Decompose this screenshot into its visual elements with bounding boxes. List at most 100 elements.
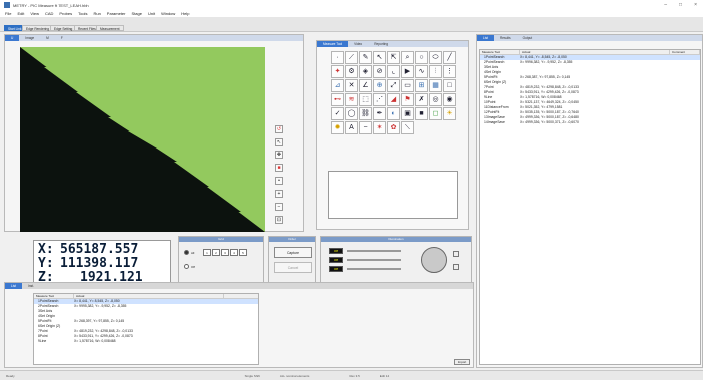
image-tab-u[interactable]: U bbox=[5, 35, 20, 41]
list-item[interactable]: 14ImageSave X= 4999,336, Y= 5000,371, Z= … bbox=[480, 120, 700, 125]
back-light-indicator[interactable]: Off bbox=[329, 266, 343, 272]
donut-icon[interactable]: ◉ bbox=[443, 93, 456, 106]
palette-tab-video[interactable]: Video bbox=[348, 41, 368, 47]
measure-result-list[interactable]: Measure Tool Actual Comment 1PointSearch… bbox=[479, 49, 701, 365]
gear-icon[interactable]: ⚙ bbox=[345, 65, 358, 78]
right-tab-results[interactable]: Results bbox=[494, 35, 517, 41]
capture-button[interactable]: Capture bbox=[274, 247, 312, 258]
ring2-icon[interactable]: ◯ bbox=[345, 107, 358, 120]
menu-window[interactable]: Window bbox=[161, 11, 175, 16]
camera-icon[interactable]: ◐ bbox=[387, 107, 400, 120]
dots-icon[interactable]: ⋮ bbox=[443, 65, 456, 78]
light-sector-dial[interactable] bbox=[421, 247, 447, 273]
boundary-icon[interactable]: ◻ bbox=[429, 107, 442, 120]
zigzag-icon[interactable]: ⋰ bbox=[373, 93, 386, 106]
tilt-icon[interactable]: ◈ bbox=[359, 65, 372, 78]
menu-edit[interactable]: Edit bbox=[17, 11, 24, 16]
link-icon[interactable]: ⛓ bbox=[359, 107, 372, 120]
sun-icon[interactable]: ☀ bbox=[443, 107, 456, 120]
grid-cell-5[interactable]: 5 bbox=[239, 249, 247, 256]
record-tool-icon[interactable]: ■ bbox=[275, 164, 283, 172]
doc-tab-edge-setting[interactable]: Edge Setting bbox=[50, 25, 77, 31]
line-icon[interactable]: ⟋ bbox=[345, 51, 358, 64]
fill-icon[interactable]: ■ bbox=[415, 107, 428, 120]
ring-light-slider[interactable] bbox=[347, 250, 401, 252]
ring-light-indicator[interactable]: Off bbox=[329, 248, 343, 254]
import-button[interactable]: Import bbox=[454, 359, 470, 365]
pen-icon[interactable]: ✒ bbox=[373, 107, 386, 120]
wave-icon[interactable]: ≋ bbox=[345, 93, 358, 106]
point-tool-icon[interactable]: • bbox=[275, 177, 283, 185]
curve-icon[interactable]: ∿ bbox=[415, 65, 428, 78]
select-icon[interactable]: ⇱ bbox=[387, 51, 400, 64]
grid-cell-2[interactable]: 2 bbox=[212, 249, 220, 256]
coax-light-indicator[interactable]: Off bbox=[329, 257, 343, 263]
pencil-icon[interactable]: ✎ bbox=[359, 51, 372, 64]
corner-icon[interactable]: ⌞ bbox=[387, 65, 400, 78]
menu-view[interactable]: View bbox=[30, 11, 39, 16]
square-icon[interactable]: □ bbox=[443, 79, 456, 92]
flag-icon[interactable]: ⚑ bbox=[401, 93, 414, 106]
point-icon[interactable]: · bbox=[331, 51, 344, 64]
menu-unit[interactable]: Unit bbox=[148, 11, 155, 16]
ruler-icon[interactable]: ⊷ bbox=[331, 93, 344, 106]
distance-icon[interactable]: ⊿ bbox=[331, 79, 344, 92]
angle-icon[interactable]: ∠ bbox=[359, 79, 372, 92]
menu-help[interactable]: Help bbox=[181, 11, 189, 16]
light-grid2-icon[interactable] bbox=[453, 264, 459, 270]
palette-tab-measure[interactable]: Measure Tool bbox=[317, 41, 349, 47]
right-tab-output[interactable]: Output bbox=[517, 35, 539, 41]
camera-image-view[interactable] bbox=[20, 47, 265, 232]
menu-probes[interactable]: Probes bbox=[59, 11, 72, 16]
grid-square-icon[interactable]: ▣ bbox=[401, 107, 414, 120]
pointer-tool-icon[interactable]: ↖ bbox=[275, 138, 283, 146]
rotate-tool-icon[interactable]: ↺ bbox=[275, 125, 283, 133]
x-mark-icon[interactable]: ✗ bbox=[415, 93, 428, 106]
grid-off-radio[interactable] bbox=[184, 264, 189, 269]
star-icon[interactable]: ✶ bbox=[373, 121, 386, 134]
grid-cell-3[interactable]: 3 bbox=[221, 249, 229, 256]
right-tab-list[interactable]: List bbox=[477, 35, 494, 41]
zoom-in-icon[interactable]: + bbox=[275, 190, 283, 198]
menu-stage[interactable]: Stage bbox=[131, 11, 141, 16]
target-icon[interactable]: ⊕ bbox=[373, 79, 386, 92]
image-tab-f[interactable]: F bbox=[55, 35, 69, 41]
image-tab-m[interactable]: M bbox=[40, 35, 55, 41]
close-button[interactable]: × bbox=[694, 2, 697, 8]
minimize-button[interactable]: – bbox=[664, 2, 667, 8]
cancel-button[interactable]: Cancel bbox=[274, 262, 312, 273]
draw-line-icon[interactable]: ⟍ bbox=[401, 121, 414, 134]
list-item[interactable]: 9Line X= 1,578716, W= 0,008468 bbox=[34, 339, 258, 344]
grid-icon[interactable]: ▦ bbox=[429, 79, 442, 92]
minus-icon[interactable]: − bbox=[359, 121, 372, 134]
bulb-icon[interactable]: ✹ bbox=[331, 121, 344, 134]
slash-icon[interactable]: ⊘ bbox=[373, 65, 386, 78]
bottom-measure-list[interactable]: Measure Tool Actual 1PointSearch X= 8,441… bbox=[33, 293, 259, 365]
tool-property-box[interactable] bbox=[328, 171, 458, 219]
circle-icon[interactable]: ○ bbox=[415, 51, 428, 64]
light-grid-icon[interactable] bbox=[453, 251, 459, 257]
bottom-tab-list[interactable]: List bbox=[5, 283, 22, 289]
cursor-icon[interactable]: ▶ bbox=[401, 65, 414, 78]
check-icon[interactable]: ✓ bbox=[331, 107, 344, 120]
ring-icon[interactable]: ◎ bbox=[429, 93, 442, 106]
diagonal-line-icon[interactable]: ╱ bbox=[443, 51, 456, 64]
edge-icon[interactable]: ◢ bbox=[387, 93, 400, 106]
coax-light-slider[interactable] bbox=[347, 259, 401, 261]
arrow-icon[interactable]: ↖ bbox=[373, 51, 386, 64]
bottom-tab-inst[interactable]: Inst. bbox=[22, 283, 40, 289]
probe-icon[interactable]: ⌕ bbox=[401, 51, 414, 64]
grid-cell-4[interactable]: 4 bbox=[230, 249, 238, 256]
menu-run[interactable]: Run bbox=[93, 11, 100, 16]
pan-tool-icon[interactable]: ✥ bbox=[275, 151, 283, 159]
vertical-icon[interactable]: ⫶ bbox=[429, 65, 442, 78]
menu-tools[interactable]: Tools bbox=[78, 11, 87, 16]
restore-button[interactable]: □ bbox=[679, 2, 682, 8]
expand-icon[interactable]: ⤢ bbox=[387, 79, 400, 92]
menu-parameter[interactable]: Parameter bbox=[107, 11, 126, 16]
grid-cell-1[interactable]: 1 bbox=[203, 249, 211, 256]
doc-tab-measurement[interactable]: Measurement bbox=[96, 25, 124, 31]
menu-file[interactable]: File bbox=[5, 11, 11, 16]
text-icon[interactable]: A bbox=[345, 121, 358, 134]
ellipse-icon[interactable]: ⬭ bbox=[429, 51, 442, 64]
